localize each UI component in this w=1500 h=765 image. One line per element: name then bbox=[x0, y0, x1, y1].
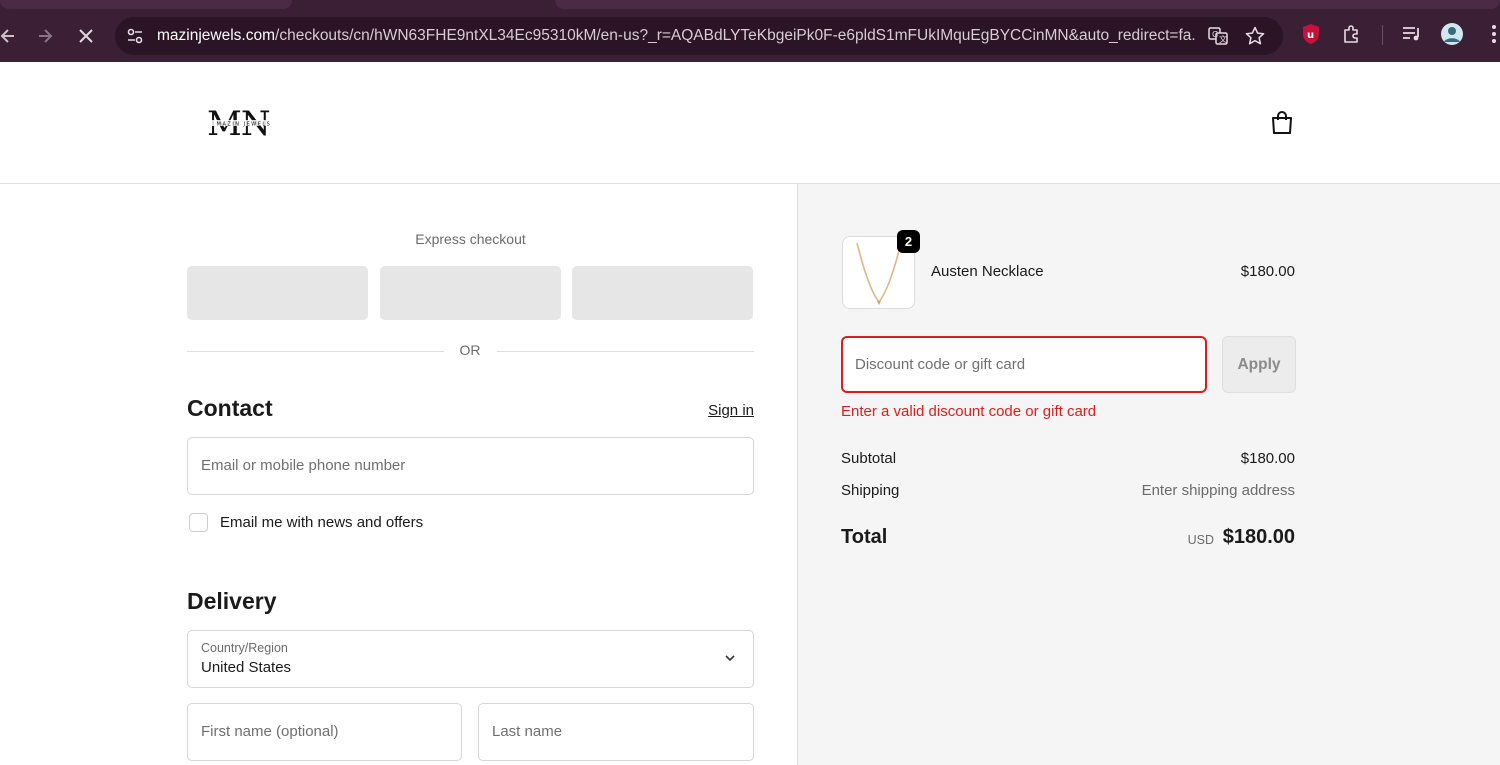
site-settings-icon[interactable] bbox=[125, 26, 145, 46]
address-bar[interactable]: mazinjewels.com/checkouts/cn/hWN63FHE9nt… bbox=[115, 17, 1283, 55]
extensions-puzzle-icon[interactable] bbox=[1340, 22, 1364, 46]
country-value: United States bbox=[201, 659, 292, 676]
divider-line bbox=[187, 351, 444, 352]
browser-toolbar: mazinjewels.com/checkouts/cn/hWN63FHE9nt… bbox=[0, 0, 1500, 62]
logo-subtext: MAZIN JEWELS bbox=[217, 122, 272, 128]
svg-text:文: 文 bbox=[1219, 34, 1227, 44]
express-pay-button-2[interactable] bbox=[380, 266, 561, 320]
store-logo[interactable]: MN MAZIN JEWELS bbox=[203, 103, 285, 143]
stop-loading-button[interactable] bbox=[72, 22, 100, 50]
email-field[interactable]: Email or mobile phone number bbox=[187, 437, 754, 495]
first-name-field[interactable]: First name (optional) bbox=[187, 703, 462, 761]
forward-button[interactable] bbox=[31, 22, 59, 50]
svg-text:u: u bbox=[1307, 30, 1314, 41]
toolbar-separator bbox=[1382, 25, 1383, 45]
arrow-right-icon bbox=[39, 29, 53, 43]
total-label: Total bbox=[841, 526, 888, 548]
total-value: $180.00 bbox=[1222, 526, 1295, 548]
profile-avatar-icon[interactable] bbox=[1440, 22, 1464, 46]
bookmark-star-icon[interactable] bbox=[1244, 25, 1266, 47]
newsletter-label: Email me with news and offers bbox=[220, 514, 424, 531]
sign-in-link[interactable]: Sign in bbox=[708, 402, 754, 419]
email-placeholder: Email or mobile phone number bbox=[201, 457, 406, 474]
last-name-placeholder: Last name bbox=[492, 723, 563, 740]
newsletter-checkbox[interactable] bbox=[189, 513, 208, 532]
tab-strip bbox=[0, 0, 1500, 10]
svg-text:G: G bbox=[1212, 30, 1218, 39]
last-name-field[interactable]: Last name bbox=[478, 703, 754, 761]
express-pay-button-3[interactable] bbox=[572, 266, 753, 320]
browser-tab[interactable] bbox=[0, 0, 292, 9]
order-summary: 2 Austen Necklace $180.00 Discount code … bbox=[797, 184, 1500, 765]
discount-error-message: Enter a valid discount code or gift card bbox=[841, 403, 1097, 420]
product-price: $180.00 bbox=[1240, 263, 1295, 280]
url-text[interactable]: mazinjewels.com/checkouts/cn/hWN63FHE9nt… bbox=[157, 17, 1197, 55]
media-controls-icon[interactable] bbox=[1400, 22, 1424, 46]
contact-heading: Contact bbox=[187, 395, 273, 421]
ublock-extension-icon[interactable]: u bbox=[1299, 22, 1323, 46]
express-checkout-label: Express checkout bbox=[415, 231, 526, 247]
divider-line bbox=[497, 351, 754, 352]
or-divider: OR bbox=[187, 342, 754, 362]
chevron-down-icon bbox=[725, 655, 735, 662]
translate-icon[interactable]: G 文 bbox=[1207, 25, 1229, 47]
subtotal-value: $180.00 bbox=[1240, 450, 1295, 467]
back-button[interactable] bbox=[0, 22, 22, 50]
shipping-value: Enter shipping address bbox=[1141, 482, 1295, 499]
discount-code-input[interactable]: Discount code or gift card bbox=[841, 336, 1207, 393]
url-path: /checkouts/cn/hWN63FHE9ntXL34Ec95310kM/e… bbox=[275, 27, 1197, 44]
express-pay-button-1[interactable] bbox=[187, 266, 368, 320]
url-host: mazinjewels.com bbox=[157, 27, 276, 44]
quantity-badge: 2 bbox=[897, 230, 920, 253]
site-header: MN MAZIN JEWELS bbox=[0, 62, 1500, 184]
shipping-label: Shipping bbox=[841, 482, 900, 499]
or-text: OR bbox=[459, 342, 481, 358]
discount-placeholder: Discount code or gift card bbox=[855, 356, 1026, 373]
currency-code: USD bbox=[1187, 533, 1214, 547]
close-icon bbox=[79, 29, 93, 43]
country-select[interactable]: Country/Region United States bbox=[187, 630, 754, 688]
shopping-bag-icon[interactable] bbox=[1268, 109, 1296, 137]
country-label: Country/Region bbox=[201, 641, 288, 655]
product-name: Austen Necklace bbox=[931, 263, 1044, 280]
apply-discount-button[interactable]: Apply bbox=[1222, 336, 1296, 393]
arrow-left-icon bbox=[0, 29, 14, 43]
subtotal-label: Subtotal bbox=[841, 450, 897, 467]
delivery-heading: Delivery bbox=[187, 588, 277, 614]
browser-tab[interactable] bbox=[555, 0, 1500, 9]
first-name-placeholder: First name (optional) bbox=[201, 723, 339, 740]
more-menu-icon[interactable] bbox=[1482, 22, 1500, 46]
